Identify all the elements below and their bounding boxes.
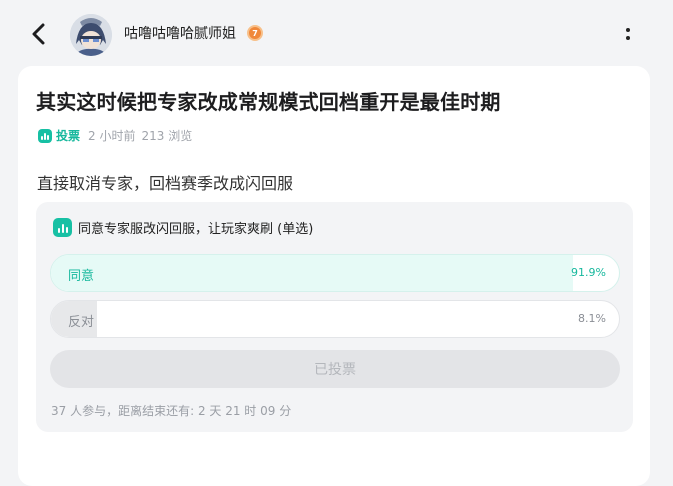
poll-option-percent: 8.1%: [578, 312, 606, 325]
post-meta: 投票 2 小时前 213 浏览: [38, 127, 192, 144]
post-time: 2 小时前: [88, 129, 136, 143]
poll-option-disagree[interactable]: 反对 8.1%: [50, 300, 620, 338]
more-button[interactable]: [618, 22, 638, 46]
poll-option-agree[interactable]: 同意 91.9%: [50, 254, 620, 292]
poll-option-fill: [51, 255, 573, 291]
username[interactable]: 咕噜咕噜哈腻师姐: [124, 23, 236, 43]
back-button[interactable]: [26, 20, 52, 48]
top-bar: 咕噜咕噜哈腻师姐 7: [0, 0, 673, 66]
post-title: 其实这时候把专家改成常规模式回档重开是最佳时期: [36, 90, 501, 114]
poll-question: 同意专家服改闪回服，让玩家爽刷 (单选): [78, 222, 314, 237]
avatar[interactable]: [70, 14, 112, 56]
poll-chart-icon: [53, 218, 72, 237]
post-body: 直接取消专家，回档赛季改成闪回服: [37, 174, 294, 193]
post-card: 其实这时候把专家改成常规模式回档重开是最佳时期 投票 2 小时前 213 浏览 …: [18, 66, 650, 486]
poll-header: 同意专家服改闪回服，让玩家爽刷 (单选): [53, 218, 313, 237]
view-count: 213 浏览: [141, 129, 193, 143]
poll-box: 同意专家服改闪回服，让玩家爽刷 (单选) 同意 91.9% 反对 8.1% 已投…: [36, 202, 633, 432]
poll-option-percent: 91.9%: [571, 266, 606, 279]
voted-button[interactable]: 已投票: [50, 350, 620, 388]
level-badge: 7: [247, 25, 263, 41]
avatar-image: [70, 14, 112, 56]
more-vertical-icon: [626, 28, 630, 32]
poll-tag-icon: [38, 128, 52, 143]
poll-option-label: 同意: [68, 269, 95, 284]
poll-footer: 37 人参与，距离结束还有: 2 天 21 时 09 分: [51, 404, 292, 418]
post-tag[interactable]: 投票: [56, 127, 80, 144]
poll-option-label: 反对: [68, 315, 95, 330]
chevron-left-icon: [32, 23, 45, 45]
